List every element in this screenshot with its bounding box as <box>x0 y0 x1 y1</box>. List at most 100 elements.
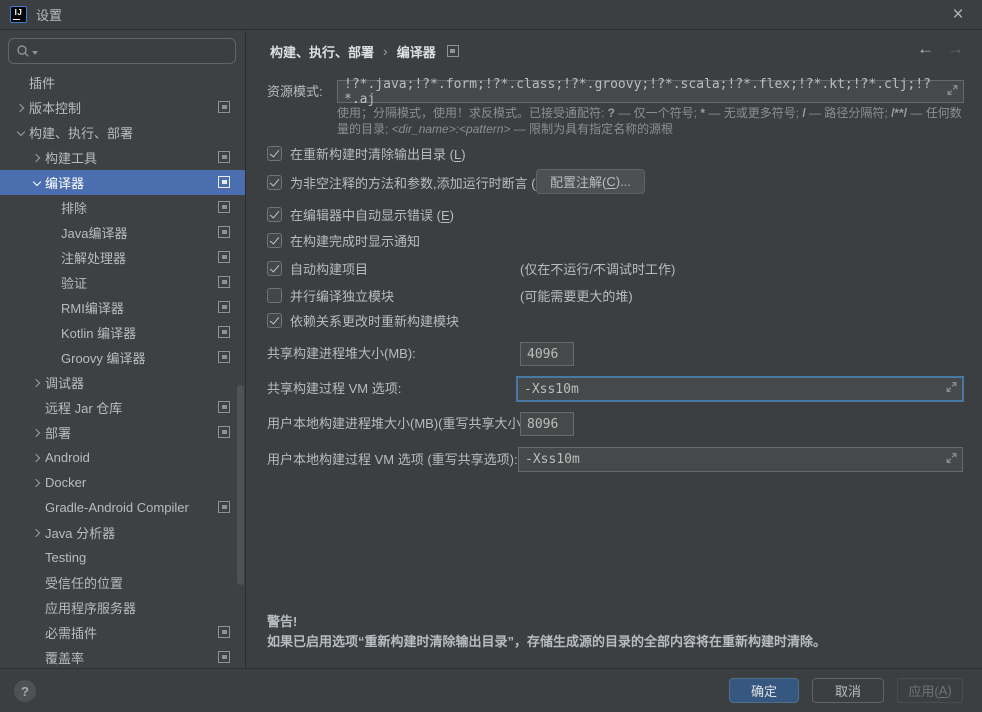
chevron-spacer[interactable] <box>13 75 29 91</box>
in-place-settings-icon[interactable] <box>218 226 230 238</box>
sidebar-item[interactable]: Testing <box>0 545 245 570</box>
sidebar-item[interactable]: Docker <box>0 470 245 495</box>
chevron-spacer[interactable] <box>29 550 45 566</box>
sidebar-item[interactable]: 覆盖率 <box>0 645 245 668</box>
checkbox-checked[interactable] <box>267 207 282 222</box>
chevron-spacer[interactable] <box>29 400 45 416</box>
chevron-spacer[interactable] <box>45 275 61 291</box>
sidebar-item[interactable]: Kotlin 编译器 <box>0 320 245 345</box>
in-place-settings-icon[interactable] <box>218 401 230 413</box>
checkbox-label[interactable]: 依赖关系更改时重新构建模块 <box>290 311 459 330</box>
sidebar-item[interactable]: 注解处理器 <box>0 245 245 270</box>
ok-button[interactable]: 确定 <box>729 678 799 703</box>
checkbox-checked[interactable] <box>267 175 282 190</box>
sidebar-item[interactable]: 插件 <box>0 70 245 95</box>
chevron-spacer[interactable] <box>45 325 61 341</box>
back-arrow-icon[interactable]: ← <box>917 39 934 59</box>
in-place-settings-icon[interactable] <box>218 276 230 288</box>
chevron-spacer[interactable] <box>29 600 45 616</box>
in-place-settings-icon[interactable] <box>218 651 230 663</box>
sidebar-scrollbar[interactable] <box>237 385 244 585</box>
in-place-settings-icon[interactable] <box>218 176 230 188</box>
cancel-button[interactable]: 取消 <box>812 678 884 703</box>
sidebar-item[interactable]: 构建工具 <box>0 145 245 170</box>
close-icon[interactable]: × <box>942 0 974 30</box>
in-place-settings-icon[interactable] <box>218 626 230 638</box>
checkbox-unchecked[interactable] <box>267 288 282 303</box>
chevron-spacer[interactable] <box>45 225 61 241</box>
chevron-down-icon[interactable] <box>29 175 45 191</box>
sidebar-item-label: RMI编译器 <box>61 298 124 317</box>
help-icon[interactable]: ? <box>14 680 36 702</box>
checkbox-label[interactable]: 为非空注释的方法和参数,添加运行时断言 (A) <box>290 173 549 192</box>
sidebar-item[interactable]: Android <box>0 445 245 470</box>
chevron-right-icon[interactable] <box>13 100 29 116</box>
search-history-caret-icon[interactable] <box>32 51 38 55</box>
sidebar-item[interactable]: Groovy 编译器 <box>0 345 245 370</box>
configure-annotations-button[interactable]: 配置注解(C)... <box>536 169 645 194</box>
title-bar: IJ 设置 × <box>0 0 982 30</box>
chevron-spacer[interactable] <box>45 200 61 216</box>
sidebar-item[interactable]: 受信任的位置 <box>0 570 245 595</box>
in-place-settings-icon[interactable] <box>218 426 230 438</box>
sidebar-item[interactable]: Gradle-Android Compiler <box>0 495 245 520</box>
breadcrumb-build-exec-deploy[interactable]: 构建、执行、部署 <box>270 42 374 61</box>
chevron-spacer[interactable] <box>29 650 45 666</box>
search-icon <box>16 44 30 58</box>
in-place-settings-icon[interactable] <box>218 326 230 338</box>
in-place-settings-icon[interactable] <box>218 201 230 213</box>
checkbox-label[interactable]: 自动构建项目 <box>290 259 368 278</box>
checkbox-label[interactable]: 在重新构建时清除输出目录 (L) <box>290 144 466 163</box>
checkbox-checked[interactable] <box>267 146 282 161</box>
sidebar-item[interactable]: Java编译器 <box>0 220 245 245</box>
sidebar-item[interactable]: 应用程序服务器 <box>0 595 245 620</box>
chevron-spacer[interactable] <box>45 250 61 266</box>
in-place-settings-icon[interactable] <box>218 151 230 163</box>
sidebar-item[interactable]: Java 分析器 <box>0 520 245 545</box>
checkbox-label[interactable]: 在构建完成时显示通知 <box>290 231 420 250</box>
sidebar-item[interactable]: 构建、执行、部署 <box>0 120 245 145</box>
checkbox-checked[interactable] <box>267 261 282 276</box>
in-place-settings-icon[interactable] <box>447 45 459 57</box>
sidebar-item[interactable]: 部署 <box>0 420 245 445</box>
text-input[interactable]: 8096 <box>520 412 574 436</box>
sidebar-item[interactable]: 验证 <box>0 270 245 295</box>
field-row: 用户本地构建进程堆大小(MB)(重写共享大小):8096 <box>246 412 982 436</box>
chevron-spacer[interactable] <box>29 625 45 641</box>
in-place-settings-icon[interactable] <box>218 301 230 313</box>
sidebar-item[interactable]: 远程 Jar 仓库 <box>0 395 245 420</box>
text-input[interactable]: -Xss10m <box>518 447 963 472</box>
sidebar-item[interactable]: 编译器 <box>0 170 245 195</box>
text-input[interactable]: -Xss10m <box>516 376 964 402</box>
checkbox-label[interactable]: 并行编译独立模块 <box>290 286 394 305</box>
chevron-spacer[interactable] <box>29 500 45 516</box>
chevron-down-icon[interactable] <box>13 125 29 141</box>
chevron-spacer[interactable] <box>29 575 45 591</box>
chevron-spacer[interactable] <box>45 300 61 316</box>
sidebar-item[interactable]: 版本控制 <box>0 95 245 120</box>
expand-field-icon[interactable] <box>946 382 957 397</box>
resource-patterns-input[interactable]: !?*.java;!?*.form;!?*.class;!?*.groovy;!… <box>337 80 964 103</box>
chevron-right-icon[interactable] <box>29 450 45 466</box>
chevron-right-icon[interactable] <box>29 475 45 491</box>
checkbox-label[interactable]: 在编辑器中自动显示错误 (E) <box>290 205 454 224</box>
chevron-right-icon[interactable] <box>29 150 45 166</box>
checkbox-checked[interactable] <box>267 313 282 328</box>
checkbox-checked[interactable] <box>267 233 282 248</box>
chevron-right-icon[interactable] <box>29 525 45 541</box>
sidebar-item[interactable]: 必需插件 <box>0 620 245 645</box>
chevron-right-icon[interactable] <box>29 425 45 441</box>
expand-field-icon[interactable] <box>946 452 957 467</box>
sidebar-item[interactable]: RMI编译器 <box>0 295 245 320</box>
in-place-settings-icon[interactable] <box>218 351 230 363</box>
sidebar-item[interactable]: 排除 <box>0 195 245 220</box>
expand-field-icon[interactable] <box>947 84 958 99</box>
search-input[interactable] <box>8 38 236 64</box>
chevron-spacer[interactable] <box>45 350 61 366</box>
in-place-settings-icon[interactable] <box>218 251 230 263</box>
sidebar-item[interactable]: 调试器 <box>0 370 245 395</box>
in-place-settings-icon[interactable] <box>218 101 230 113</box>
text-input[interactable]: 4096 <box>520 342 574 366</box>
chevron-right-icon[interactable] <box>29 375 45 391</box>
in-place-settings-icon[interactable] <box>218 501 230 513</box>
